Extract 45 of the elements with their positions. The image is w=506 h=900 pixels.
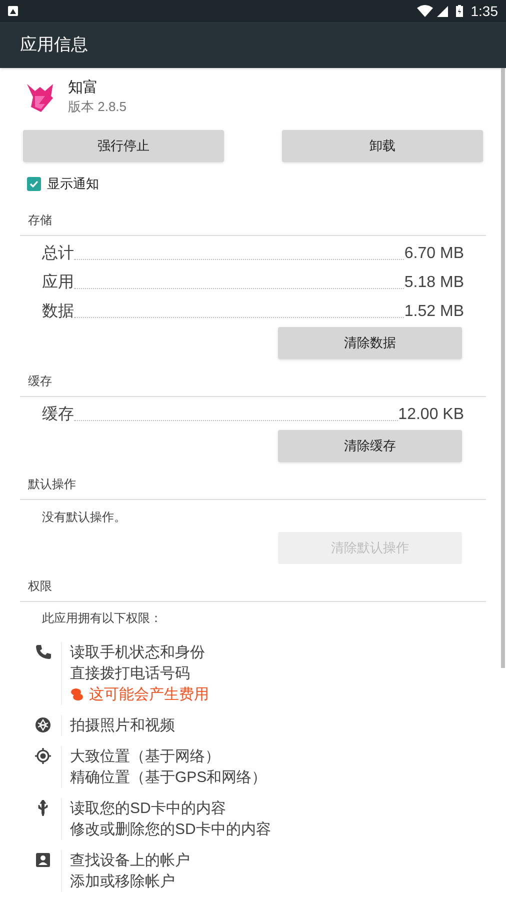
checkbox[interactable]: [27, 176, 41, 191]
permission-text: 大致位置（基于网络）: [70, 746, 221, 766]
size-value: 6.70 MB: [404, 244, 464, 264]
size-value: 5.18 MB: [404, 272, 464, 292]
checkbox-label: 显示通知: [47, 175, 99, 193]
action-button[interactable]: 卸载: [282, 130, 483, 162]
size-value: 12.00 KB: [398, 404, 464, 424]
permission-text: 修改或删除您的SD卡中的内容: [70, 820, 271, 840]
notification-icon: [8, 6, 18, 16]
status-time: 1:35: [470, 2, 498, 20]
permission-text: 精确位置（基于GPS和网络）: [70, 768, 267, 788]
section-header: 默认操作: [28, 476, 76, 490]
section-header: 权限: [28, 578, 52, 592]
permission-text: 添加或移除帐户: [70, 872, 176, 892]
wifi-icon: [416, 5, 433, 17]
size-label: 数据: [42, 302, 74, 322]
checkmark-icon: [29, 178, 39, 189]
app-name: 知富: [68, 78, 99, 98]
permission-text: 直接拨打电话号码: [70, 664, 191, 684]
size-label: 应用: [42, 272, 74, 292]
app-bar-title: 应用信息: [20, 34, 88, 56]
app-logo-icon: [27, 82, 53, 112]
action-button[interactable]: 清除缓存: [278, 430, 462, 462]
size-label: 缓存: [42, 404, 74, 424]
section-header: 存储: [28, 212, 52, 226]
section-header: 缓存: [28, 374, 52, 388]
action-button[interactable]: 强行停止: [23, 130, 224, 162]
action-button[interactable]: 清除数据: [278, 326, 462, 358]
size-value: 1.52 MB: [404, 302, 464, 322]
app-version: 版本 2.8.5: [68, 98, 127, 116]
signal-icon: [436, 6, 448, 16]
account-box-icon: [35, 852, 51, 868]
permission-text: 读取您的SD卡中的内容: [70, 798, 227, 818]
phone-icon: [35, 644, 51, 660]
defaults-message: 没有默认操作。: [42, 510, 126, 524]
permissions-intro: 此应用拥有以下权限：: [42, 610, 162, 624]
permission-text: 拍摄照片和视频: [70, 716, 175, 736]
battery-icon: [456, 5, 463, 17]
location-target-icon: [35, 748, 51, 764]
permission-text: 查找设备上的帐户: [70, 850, 190, 870]
permission-text: 读取手机状态和身份: [70, 642, 206, 662]
coins-icon: [70, 687, 84, 701]
aperture-icon: [35, 716, 51, 732]
cost-warning: 这可能会产生费用: [89, 684, 209, 704]
size-label: 总计: [42, 244, 74, 264]
